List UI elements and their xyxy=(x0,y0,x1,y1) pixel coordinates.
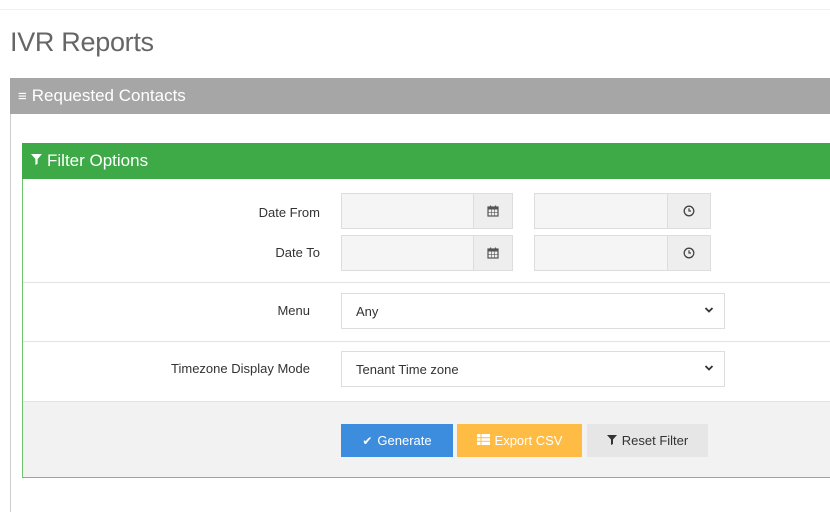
menu-select[interactable]: Any xyxy=(341,293,725,329)
date-from-input[interactable] xyxy=(341,193,474,229)
date-from-time-input[interactable] xyxy=(534,193,668,229)
generate-label: Generate xyxy=(377,433,432,448)
table-icon xyxy=(476,433,490,448)
row-divider xyxy=(23,282,830,283)
filter-header[interactable]: Filter Options xyxy=(22,143,830,179)
export-csv-button[interactable]: Export CSV xyxy=(457,424,582,457)
generate-button[interactable]: ✔ Generate xyxy=(341,424,453,457)
export-label: Export CSV xyxy=(494,433,563,448)
panel-title: Requested Contacts xyxy=(31,86,186,105)
date-to-label: Date To xyxy=(275,245,320,260)
timezone-select-value: Tenant Time zone xyxy=(356,361,459,377)
clock-icon[interactable] xyxy=(667,193,711,229)
filter-icon xyxy=(31,154,42,168)
clock-icon[interactable] xyxy=(667,235,711,271)
filter-icon xyxy=(606,434,617,448)
calendar-icon[interactable] xyxy=(473,193,513,229)
chevron-down-icon xyxy=(704,307,714,313)
date-to-input[interactable] xyxy=(341,235,474,271)
filter-title: Filter Options xyxy=(47,151,149,170)
reset-filter-button[interactable]: Reset Filter xyxy=(587,424,708,457)
top-bar xyxy=(0,0,830,10)
panel-header: ≡ Requested Contacts xyxy=(10,78,830,114)
timezone-select[interactable]: Tenant Time zone xyxy=(341,351,725,387)
reset-label: Reset Filter xyxy=(621,433,689,448)
date-to-time-input[interactable] xyxy=(534,235,668,271)
check-icon: ✔ xyxy=(362,433,373,448)
timezone-label: Timezone Display Mode xyxy=(171,361,310,376)
chevron-down-icon xyxy=(704,365,714,371)
menu-label: Menu xyxy=(277,303,310,318)
menu-select-value: Any xyxy=(356,303,379,319)
bars-icon: ≡ xyxy=(18,87,27,105)
calendar-icon[interactable] xyxy=(473,235,513,271)
page-title: IVR Reports xyxy=(10,27,154,57)
date-from-label: Date From xyxy=(258,205,320,220)
row-divider xyxy=(23,341,830,342)
